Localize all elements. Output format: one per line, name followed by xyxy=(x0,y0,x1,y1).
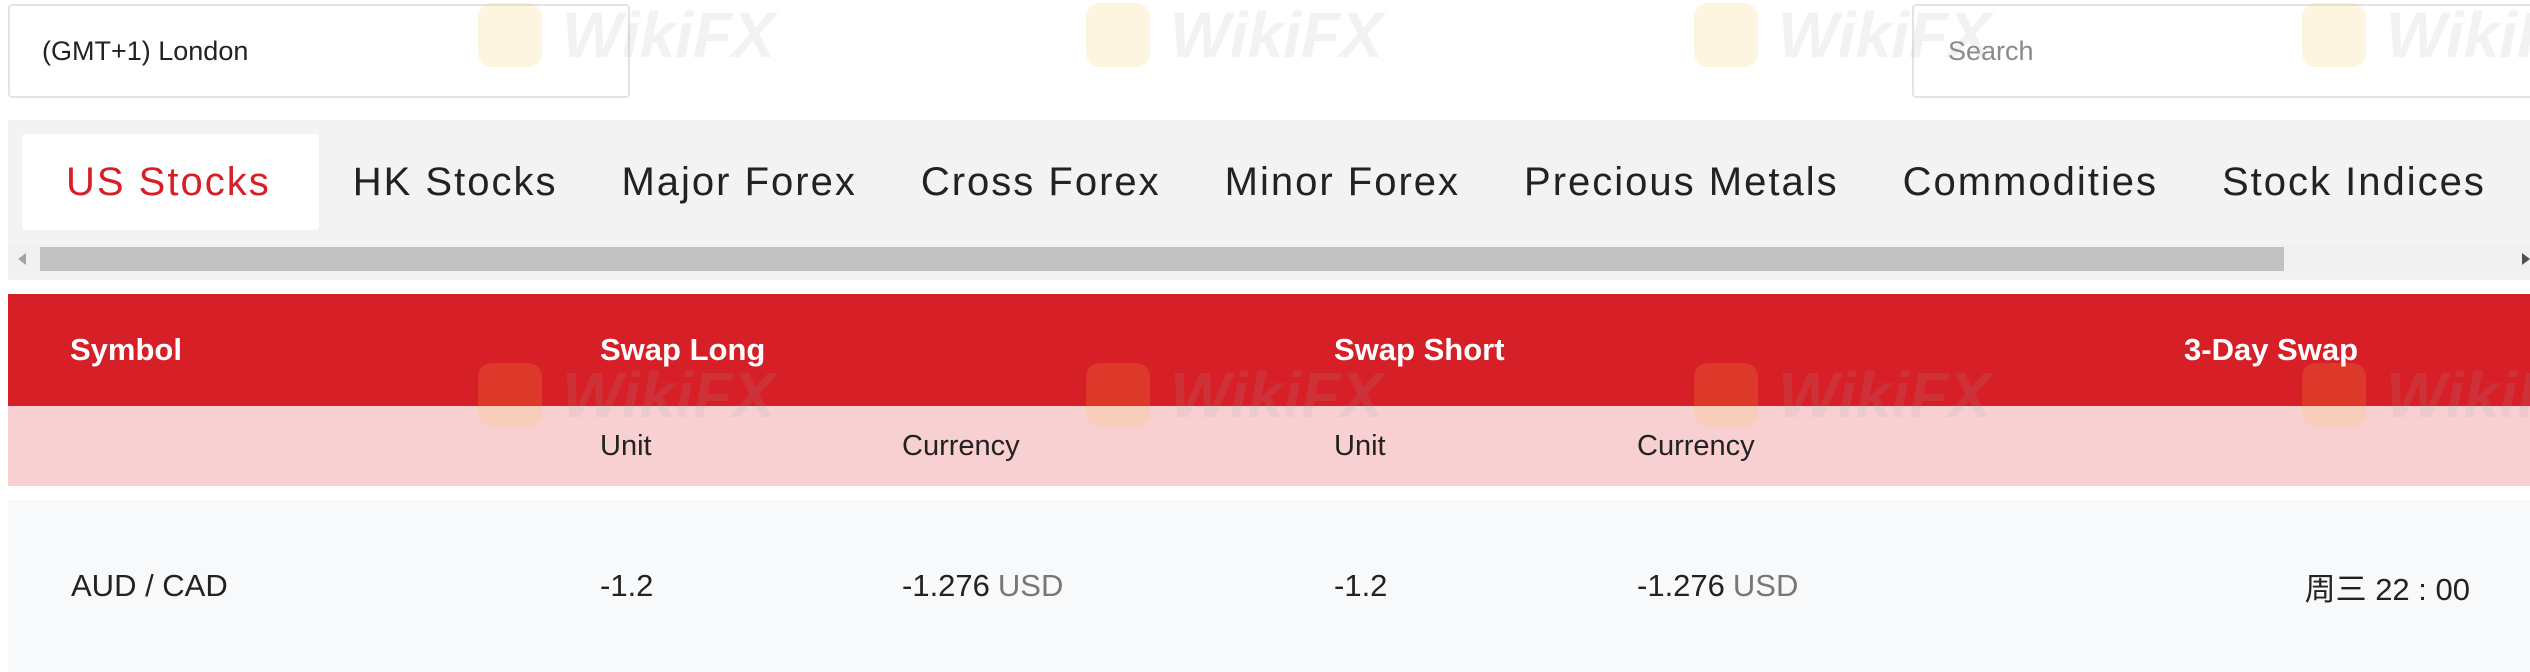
row-long-currency-code: USD xyxy=(997,568,1064,603)
header-swap-short: Swap Short xyxy=(1334,332,1505,367)
subheader-long-unit: Unit xyxy=(600,429,652,462)
tab-precious-metals[interactable]: Precious Metals xyxy=(1492,134,1871,230)
header-symbol: Symbol xyxy=(70,332,182,367)
tab-us-stocks[interactable]: US Stocks xyxy=(22,134,319,230)
tab-hk-stocks[interactable]: HK Stocks xyxy=(321,134,590,230)
tab-cross-forex[interactable]: Cross Forex xyxy=(889,134,1193,230)
tab-major-forex[interactable]: Major Forex xyxy=(589,134,888,230)
table-row: AUD / CAD -1.2 -1.276 USD -1.2 -1.276 US… xyxy=(8,500,2530,672)
scroll-left-arrow-icon[interactable] xyxy=(18,253,26,265)
row-three-day-swap: 周三 22 : 00 xyxy=(2304,571,2470,607)
search-input[interactable] xyxy=(1912,4,2530,98)
scroll-thumb[interactable] xyxy=(40,247,2284,271)
tab-stock-indices[interactable]: Stock Indices xyxy=(2190,134,2518,230)
subheader-long-currency: Currency xyxy=(902,429,1020,462)
subheader-short-unit: Unit xyxy=(1334,429,1386,462)
timezone-value: (GMT+1) London xyxy=(42,35,249,66)
table-header: Symbol Swap Long Swap Short 3-Day Swap xyxy=(8,294,2530,406)
row-symbol: AUD / CAD xyxy=(71,568,228,603)
row-long-currency: -1.276 USD xyxy=(902,500,1063,672)
row-long-unit: -1.2 xyxy=(600,568,654,603)
table-subheader: Unit Currency Unit Currency xyxy=(8,406,2530,486)
row-short-unit: -1.2 xyxy=(1334,568,1388,603)
row-short-currency-code: USD xyxy=(1732,568,1799,603)
row-short-currency: -1.276 USD xyxy=(1637,500,1798,672)
top-bar: (GMT+1) London xyxy=(0,0,2530,108)
timezone-select[interactable]: (GMT+1) London xyxy=(8,4,630,98)
subheader-short-currency: Currency xyxy=(1637,429,1755,462)
tab-commodities[interactable]: Commodities xyxy=(1871,134,2190,230)
header-three-day-swap: 3-Day Swap xyxy=(2184,332,2359,367)
row-long-currency-value: -1.276 xyxy=(902,568,990,603)
category-tab-bar: US Stocks HK Stocks Major Forex Cross Fo… xyxy=(8,120,2530,280)
tab-minor-forex[interactable]: Minor Forex xyxy=(1193,134,1492,230)
tab-scrollbar[interactable] xyxy=(8,244,2530,274)
scroll-right-arrow-icon[interactable] xyxy=(2522,253,2530,265)
row-short-currency-value: -1.276 xyxy=(1637,568,1725,603)
swap-table: Symbol Swap Long Swap Short 3-Day Swap U… xyxy=(8,294,2530,672)
tab-list: US Stocks HK Stocks Major Forex Cross Fo… xyxy=(22,134,2518,230)
header-swap-long: Swap Long xyxy=(600,332,766,367)
